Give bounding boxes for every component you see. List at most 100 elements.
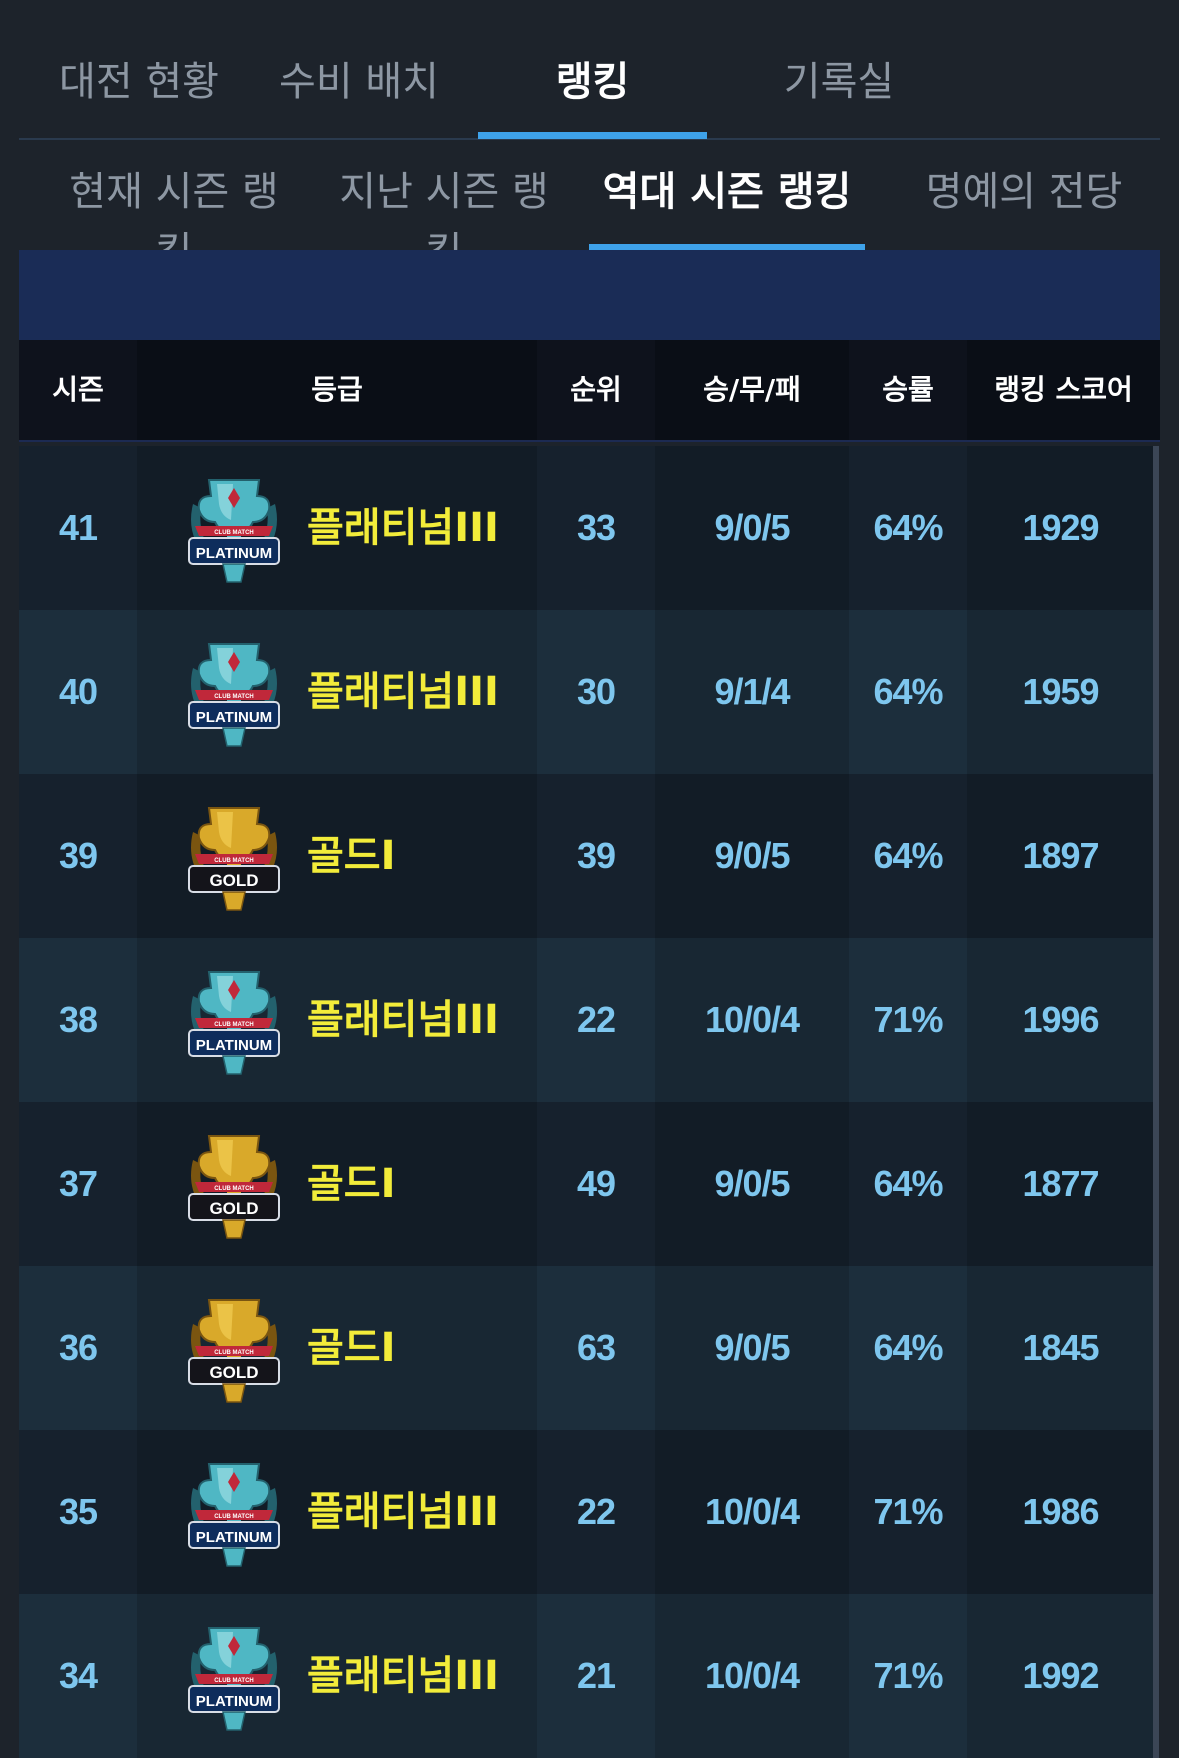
- ranking-score-cell: 1959: [1022, 671, 1099, 712]
- platinum-tier-badge-icon: PLATINUM CLUB MATCH: [179, 474, 289, 586]
- record-cell: 10/0/4: [704, 1491, 800, 1532]
- column-header-rank: 순위: [570, 373, 622, 406]
- badge-label: PLATINUM: [196, 1037, 272, 1054]
- grade-name: 골드I: [307, 833, 396, 879]
- badge-ribbon-text: CLUB MATCH: [214, 1022, 254, 1028]
- winrate-cell: 71%: [873, 999, 943, 1040]
- platinum-tier-badge-icon: PLATINUM CLUB MATCH: [179, 966, 289, 1078]
- main-tab-bar: 대전 현황 수비 배치 랭킹 기록실: [19, 0, 1160, 140]
- badge-ribbon-text: CLUB MATCH: [214, 1350, 254, 1356]
- grade-name: 플래티넘III: [307, 997, 499, 1043]
- record-cell: 9/1/4: [714, 671, 790, 712]
- platinum-tier-badge-icon: PLATINUM CLUB MATCH: [179, 1622, 289, 1734]
- badge-ribbon-text: CLUB MATCH: [214, 694, 254, 700]
- season-cell: 37: [58, 1163, 98, 1204]
- rank-cell: 49: [576, 1163, 616, 1204]
- table-row[interactable]: 37 49 9/0/5 64% 1877 GOLD CLUB MATCH 골드I: [19, 1102, 1154, 1266]
- table-row[interactable]: 40 30 9/1/4 64% 1959 PLATINUM CLUB MATCH 플래티넘II…: [19, 610, 1154, 774]
- badge-ribbon-text: CLUB MATCH: [214, 1514, 254, 1520]
- badge-label: PLATINUM: [196, 545, 272, 562]
- record-cell: 9/0/5: [714, 1327, 790, 1368]
- tab-records[interactable]: 기록실: [739, 52, 939, 112]
- winrate-cell: 64%: [873, 835, 943, 876]
- column-header-season: 시즌: [52, 373, 104, 406]
- ranking-score-cell: 1992: [1022, 1655, 1099, 1696]
- ranking-score-cell: 1986: [1022, 1491, 1099, 1532]
- tab-battle-status[interactable]: 대전 현황: [49, 52, 229, 112]
- tab-ranking[interactable]: 랭킹: [478, 52, 707, 112]
- grade-name: 플래티넘III: [307, 669, 499, 715]
- table-row[interactable]: 35 22 10/0/4 71% 1986 PLATINUM CLUB MATCH 플래티넘I…: [19, 1430, 1154, 1594]
- gold-tier-badge-icon: GOLD CLUB MATCH: [179, 1294, 289, 1406]
- badge-ribbon-text: CLUB MATCH: [214, 1678, 254, 1684]
- badge-ribbon-text: CLUB MATCH: [214, 530, 254, 536]
- main-tab-active-indicator: [478, 132, 707, 139]
- table-row[interactable]: 39 39 9/0/5 64% 1897 GOLD CLUB MATCH 골드I: [19, 774, 1154, 938]
- gold-tier-badge-icon: GOLD CLUB MATCH: [179, 1130, 289, 1242]
- platinum-tier-badge-icon: PLATINUM CLUB MATCH: [179, 638, 289, 750]
- winrate-cell: 71%: [873, 1491, 943, 1532]
- record-cell: 9/0/5: [714, 507, 790, 548]
- platinum-tier-badge-icon: PLATINUM CLUB MATCH: [179, 1458, 289, 1570]
- season-cell: 39: [58, 835, 98, 876]
- table-row[interactable]: 34 21 10/0/4 71% 1992 PLATINUM CLUB MATCH 플래티넘I…: [19, 1594, 1154, 1758]
- grade-name: 플래티넘III: [307, 1489, 499, 1535]
- gold-tier-badge-icon: GOLD CLUB MATCH: [179, 802, 289, 914]
- table-row[interactable]: 41 33 9/0/5 64% 1929 PLATINUM CLUB MATCH 플래티넘II…: [19, 446, 1154, 610]
- winrate-cell: 64%: [873, 1327, 943, 1368]
- record-cell: 9/0/5: [714, 835, 790, 876]
- season-cell: 35: [58, 1491, 98, 1532]
- winrate-cell: 71%: [873, 1655, 943, 1696]
- badge-label: PLATINUM: [196, 1693, 272, 1710]
- column-header-grade: 등급: [137, 340, 537, 440]
- ranking-table-header: 시즌 등급 순위 승/무/패 승률 랭킹 스코어: [19, 340, 1160, 442]
- ranking-score-cell: 1877: [1022, 1163, 1099, 1204]
- season-cell: 34: [58, 1655, 98, 1696]
- ranking-score-cell: 1929: [1022, 507, 1099, 548]
- ranking-score-cell: 1897: [1022, 835, 1099, 876]
- ranking-score-cell: 1845: [1022, 1327, 1099, 1368]
- badge-label: GOLD: [209, 1199, 258, 1218]
- sub-tab-bar: 현재 시즌 랭킹 지난 시즌 랭킹 역대 시즌 랭킹 명예의 전당: [19, 140, 1160, 275]
- grade-name: 플래티넘III: [307, 1653, 499, 1699]
- table-scrollbar[interactable]: [1153, 446, 1159, 1758]
- rank-cell: 30: [576, 671, 616, 712]
- rank-cell: 33: [576, 507, 616, 548]
- winrate-cell: 64%: [873, 1163, 943, 1204]
- grade-name: 골드I: [307, 1325, 396, 1371]
- badge-label: GOLD: [209, 1363, 258, 1382]
- badge-label: PLATINUM: [196, 1529, 272, 1546]
- rank-cell: 39: [576, 835, 616, 876]
- column-header-record: 승/무/패: [655, 340, 849, 440]
- season-cell: 36: [58, 1327, 98, 1368]
- season-cell: 38: [58, 999, 98, 1040]
- badge-label: GOLD: [209, 871, 258, 890]
- rank-cell: 63: [576, 1327, 616, 1368]
- tab-hall-of-fame[interactable]: 명예의 전당: [899, 162, 1149, 222]
- table-row[interactable]: 36 63 9/0/5 64% 1845 GOLD CLUB MATCH 골드I: [19, 1266, 1154, 1430]
- badge-ribbon-text: CLUB MATCH: [214, 1186, 254, 1192]
- rank-cell: 21: [576, 1655, 616, 1696]
- tab-current-season-ranking[interactable]: 현재 시즌 랭킹: [59, 162, 289, 275]
- ranking-score-cell: 1996: [1022, 999, 1099, 1040]
- tab-last-season-ranking[interactable]: 지난 시즌 랭킹: [329, 162, 559, 275]
- column-header-winrate: 승률: [882, 373, 934, 406]
- ranking-table-body: 41 33 9/0/5 64% 1929 PLATINUM CLUB MATCH 플래티넘II…: [19, 446, 1154, 1758]
- grade-name: 골드I: [307, 1161, 396, 1207]
- season-cell: 41: [58, 507, 98, 548]
- column-header-ranking-score: 랭킹 스코어: [967, 340, 1160, 440]
- winrate-cell: 64%: [873, 671, 943, 712]
- badge-label: PLATINUM: [196, 709, 272, 726]
- table-row[interactable]: 38 22 10/0/4 71% 1996 PLATINUM CLUB MATCH 플래티넘I…: [19, 938, 1154, 1102]
- tab-defense-placement[interactable]: 수비 배치: [269, 52, 449, 112]
- record-cell: 10/0/4: [704, 1655, 800, 1696]
- winrate-cell: 64%: [873, 507, 943, 548]
- ranking-banner: [19, 250, 1160, 340]
- record-cell: 10/0/4: [704, 999, 800, 1040]
- rank-cell: 22: [576, 999, 616, 1040]
- tab-all-time-season-ranking[interactable]: 역대 시즌 랭킹: [589, 162, 865, 222]
- badge-ribbon-text: CLUB MATCH: [214, 858, 254, 864]
- grade-name: 플래티넘III: [307, 505, 499, 551]
- record-cell: 9/0/5: [714, 1163, 790, 1204]
- rank-cell: 22: [576, 1491, 616, 1532]
